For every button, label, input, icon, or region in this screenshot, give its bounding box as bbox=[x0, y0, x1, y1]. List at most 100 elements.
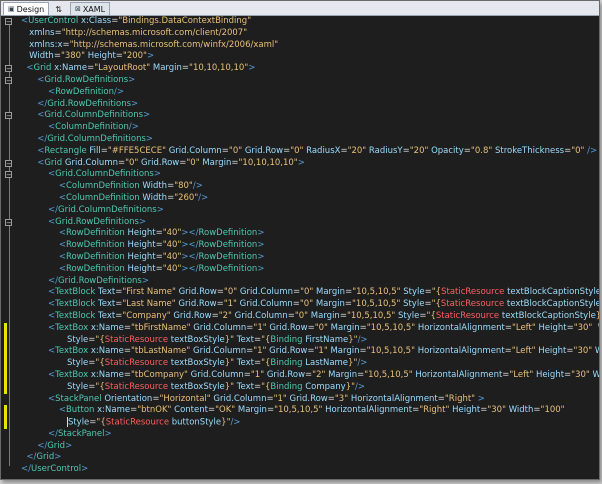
code-line: <ColumnDefinition Width="260"/> bbox=[21, 193, 599, 205]
code-token: = bbox=[253, 334, 262, 345]
code-token: /> bbox=[230, 417, 241, 428]
code-token: "0" bbox=[290, 145, 307, 156]
code-token: Orientation bbox=[104, 393, 153, 404]
code-token: "http://schemas.microsoft.com/client/200… bbox=[61, 27, 248, 38]
code-token: Height bbox=[127, 240, 156, 251]
code-token: < bbox=[58, 228, 66, 239]
code-token: Company bbox=[305, 381, 346, 392]
code-editor[interactable]: − − − − − − − < UserControl x:Class = "Bindings.D… bbox=[1, 16, 599, 479]
code-token: RowDefinition bbox=[198, 251, 258, 262]
collapse-toggle-icon[interactable]: − bbox=[5, 112, 12, 120]
code-token: > bbox=[475, 393, 485, 404]
code-token: Grid.Column bbox=[239, 287, 293, 298]
code-token: Margin bbox=[315, 299, 345, 310]
code-token: Height bbox=[538, 322, 567, 333]
code-token: "OK" bbox=[215, 405, 238, 416]
design-icon: ▣ bbox=[8, 5, 15, 13]
code-line: <RowDefinition Height="40"></RowDefiniti… bbox=[21, 240, 599, 252]
editor-gutter: − − − − − − − bbox=[1, 16, 19, 479]
code-token: Grid.ColumnDefinitions bbox=[47, 133, 146, 144]
code-token: </ bbox=[26, 452, 37, 463]
code-line: <TextBlock Text="Last Name" Grid.Row="1"… bbox=[21, 299, 599, 311]
xaml-editor-window: ▣ Design ⇅ ⊠ XAML − − − − − − − < UserControl x… bbox=[0, 0, 600, 480]
code-token: Margin bbox=[152, 63, 182, 74]
code-token: Grid.Column bbox=[190, 369, 244, 380]
code-token: x:Class bbox=[80, 16, 112, 26]
code-token: "100" bbox=[540, 405, 565, 416]
tab-xaml[interactable]: ⊠ XAML bbox=[69, 2, 111, 15]
code-token: = bbox=[339, 310, 347, 321]
code-token: > bbox=[257, 240, 265, 251]
code-token: } bbox=[596, 311, 599, 321]
swap-panes-button[interactable]: ⇅ bbox=[49, 3, 68, 15]
code-token: Grid.RowDefinitions bbox=[44, 74, 129, 85]
code-token: ColumnDefinition bbox=[55, 122, 129, 133]
code-token: HorizontalAlignment bbox=[417, 322, 505, 333]
code-token: = bbox=[359, 346, 367, 357]
code-token: "0" bbox=[186, 157, 203, 168]
code-token: Style bbox=[66, 381, 89, 392]
code-token: > bbox=[297, 157, 305, 168]
code-token: "30" bbox=[573, 322, 598, 333]
code-token: "1" bbox=[314, 346, 331, 357]
code-token: Text bbox=[98, 299, 116, 310]
collapse-toggle-icon[interactable]: − bbox=[5, 77, 12, 85]
code-line: Style="{StaticResource buttonStyle}"/> bbox=[21, 417, 599, 429]
code-token: Height bbox=[127, 228, 156, 239]
tab-design[interactable]: ▣ Design bbox=[3, 2, 50, 15]
code-token: > bbox=[257, 228, 265, 239]
code-token: RowDefinition bbox=[198, 263, 258, 274]
code-token: Grid.Row bbox=[269, 322, 308, 333]
code-token: "10,5,10,5" bbox=[346, 310, 399, 321]
collapse-toggle-icon[interactable]: − bbox=[5, 171, 12, 179]
code-line: <TextBlock Text="Company" Grid.Row="2" G… bbox=[21, 311, 599, 323]
code-token: Grid.RowDefinitions bbox=[55, 216, 139, 227]
collapse-toggle-icon[interactable]: − bbox=[5, 65, 12, 73]
code-token: "Horizontal" bbox=[159, 393, 214, 404]
collapse-toggle-icon[interactable]: − bbox=[5, 18, 12, 26]
code-token: = bbox=[344, 299, 352, 310]
code-token: "Right" bbox=[444, 393, 476, 404]
collapse-toggle-icon[interactable]: − bbox=[5, 159, 12, 167]
outline-guide bbox=[9, 22, 10, 467]
code-line: <Button x:Name = "btnOK" Content = "OK" Marg… bbox=[21, 405, 599, 417]
code-token: UserControl bbox=[31, 464, 82, 475]
code-token: Text bbox=[98, 287, 116, 298]
collapse-toggle-icon[interactable]: − bbox=[5, 218, 12, 226]
code-token: = bbox=[419, 310, 427, 321]
code-line: <ColumnDefinition/> bbox=[21, 122, 599, 134]
code-token: "260" bbox=[174, 192, 199, 203]
code-token: = bbox=[327, 393, 335, 404]
code-token: = bbox=[231, 157, 239, 168]
code-area[interactable]: < UserControl x:Class = "Bindings.DataConte… bbox=[21, 16, 599, 476]
code-token: "10,10,10,10" bbox=[189, 63, 249, 74]
code-token: HorizontalAlignment bbox=[325, 405, 413, 416]
code-line: <RowDefinition Height="40"></RowDefiniti… bbox=[21, 264, 599, 276]
code-token: Margin bbox=[310, 310, 340, 321]
code-token: textBlockCaptionStyle bbox=[501, 310, 596, 321]
code-token: Width bbox=[508, 405, 534, 416]
code-line: </Grid> bbox=[21, 441, 599, 453]
code-token: RowDefinition bbox=[198, 240, 258, 251]
code-token: "40" bbox=[162, 263, 182, 274]
code-token: Grid.Row bbox=[178, 287, 217, 298]
code-token: "80" bbox=[174, 181, 193, 192]
code-token: textBlockCaptionStyle bbox=[506, 299, 600, 310]
code-token: textBoxStyle bbox=[170, 334, 225, 345]
code-token: Grid bbox=[36, 452, 55, 463]
code-token: Style bbox=[66, 358, 89, 369]
code-token: Style bbox=[66, 334, 89, 345]
code-token: "Left" bbox=[511, 322, 539, 333]
code-token: TextBox bbox=[55, 346, 91, 357]
